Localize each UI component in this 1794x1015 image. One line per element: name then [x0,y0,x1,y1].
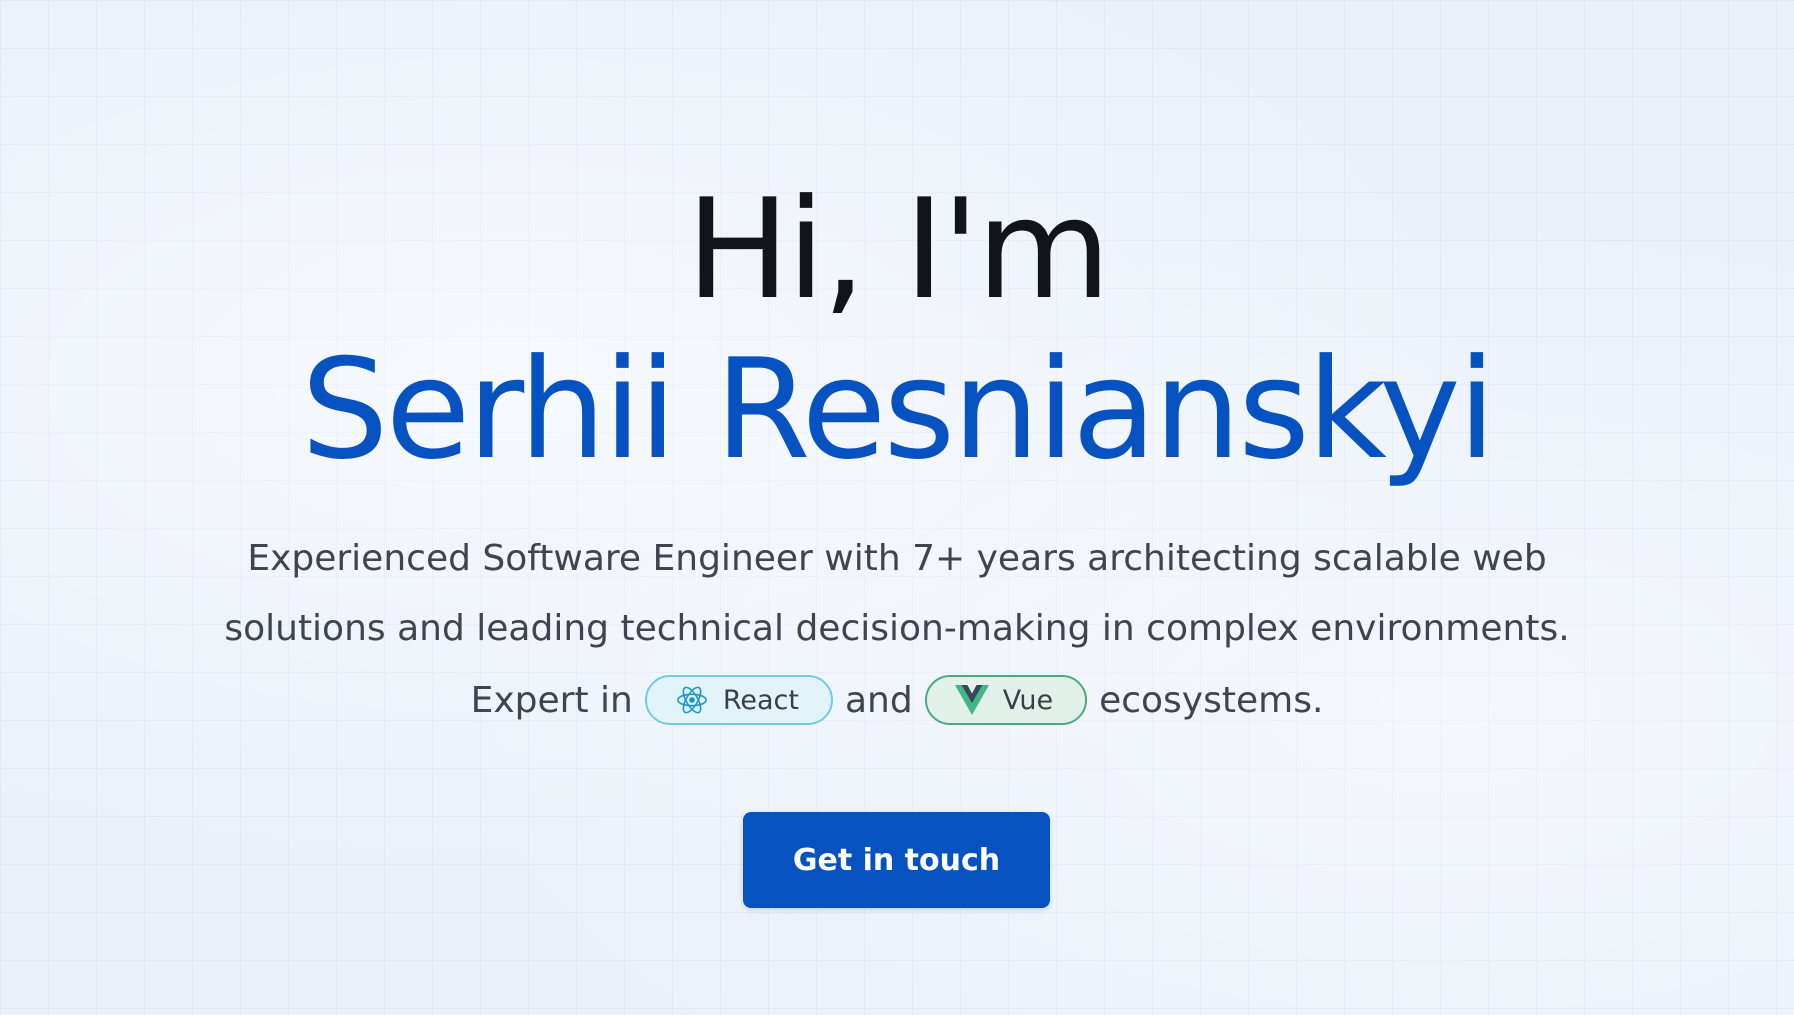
get-in-touch-button[interactable]: Get in touch [743,812,1050,908]
conjunction-text: and [844,679,913,721]
vue-badge: Vue [924,675,1088,725]
expert-prefix-text: Expert in [470,679,633,721]
hero-description-line-1: Experienced Software Engineer with 7+ ye… [247,538,1547,579]
hero-expertise-line: Expert in React and Vue ecosystems. [0,668,1794,732]
vue-icon [954,685,989,715]
react-badge-label: React [722,684,799,716]
react-badge: React [644,675,833,725]
expert-suffix-text: ecosystems. [1099,679,1324,721]
react-icon [675,683,709,717]
hero-greeting: Hi, I'm [686,169,1111,330]
hero-description-line-2: solutions and leading technical decision… [224,608,1570,649]
vue-badge-label: Vue [1002,684,1054,716]
hero-name: Serhii Resnianskyi [300,329,1496,490]
hero-section: Hi, I'm Serhii Resnianskyi Experienced S… [0,0,1794,1015]
